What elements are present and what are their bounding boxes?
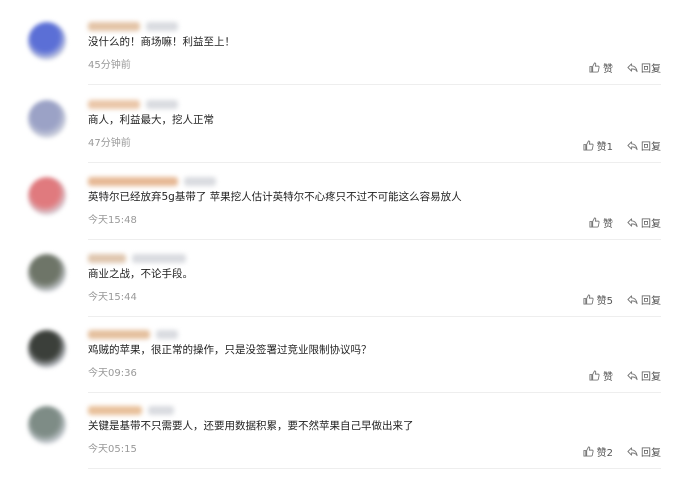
like-button[interactable]: 赞2 xyxy=(583,444,613,459)
avatar[interactable] xyxy=(28,254,66,292)
divider xyxy=(88,162,661,163)
comment-actions: 赞 回复 xyxy=(589,368,661,383)
reply-button[interactable]: 回复 xyxy=(627,215,661,230)
comment-item: 商人，利益最大，挖人正常 47分钟前 赞1 回复 xyxy=(0,98,685,174)
like-label: 赞 xyxy=(603,219,613,230)
comment-item: 关键是基带不只需要人，还要用数据积累，要不然苹果自己早做出来了 今天05:15 … xyxy=(0,404,685,480)
like-button[interactable]: 赞1 xyxy=(583,138,613,153)
reply-label: 回复 xyxy=(641,142,661,153)
reply-label: 回复 xyxy=(641,64,661,75)
comment-item: 商业之战，不论手段。 今天15:44 赞5 回复 xyxy=(0,252,685,328)
comment-text: 没什么的！商场嘛！利益至上！ xyxy=(88,36,235,48)
avatar[interactable] xyxy=(28,177,66,215)
like-label: 赞 xyxy=(603,64,613,75)
thumbs-up-icon xyxy=(589,62,600,73)
thumbs-up-icon xyxy=(583,446,594,457)
comment-text: 鸡贼的苹果，很正常的操作，只是没签署过竞业限制协议吗？ xyxy=(88,344,372,356)
username[interactable] xyxy=(88,20,178,32)
comment-text: 商人，利益最大，挖人正常 xyxy=(88,114,214,126)
comment-item: 英特尔已经放弃5g基带了 苹果挖人估计英特尔不心疼只不过不可能这么容易放人 今天… xyxy=(0,175,685,251)
reply-label: 回复 xyxy=(641,372,661,383)
comment-time: 47分钟前 xyxy=(88,138,131,149)
comment-text: 商业之战，不论手段。 xyxy=(88,268,193,280)
like-button[interactable]: 赞 xyxy=(589,60,613,75)
username[interactable] xyxy=(88,328,178,340)
like-label: 赞5 xyxy=(596,296,613,307)
comment-list: 没什么的！商场嘛！利益至上！ 45分钟前 赞 回复 商人，利益最大，挖人正常 4… xyxy=(0,0,685,478)
like-button[interactable]: 赞 xyxy=(589,368,613,383)
username[interactable] xyxy=(88,175,216,187)
reply-icon xyxy=(627,62,638,73)
reply-label: 回复 xyxy=(641,296,661,307)
reply-icon xyxy=(627,370,638,381)
reply-icon xyxy=(627,446,638,457)
reply-button[interactable]: 回复 xyxy=(627,292,661,307)
username[interactable] xyxy=(88,404,174,416)
comment-actions: 赞 回复 xyxy=(589,215,661,230)
comment-item: 没什么的！商场嘛！利益至上！ 45分钟前 赞 回复 xyxy=(0,20,685,96)
reply-button[interactable]: 回复 xyxy=(627,60,661,75)
reply-button[interactable]: 回复 xyxy=(627,368,661,383)
divider xyxy=(88,239,661,240)
reply-label: 回复 xyxy=(641,448,661,459)
avatar[interactable] xyxy=(28,406,66,444)
comment-time: 今天15:48 xyxy=(88,215,137,226)
reply-icon xyxy=(627,294,638,305)
comment-time: 今天09:36 xyxy=(88,368,137,379)
comment-text: 关键是基带不只需要人，还要用数据积累，要不然苹果自己早做出来了 xyxy=(88,420,414,432)
comment-actions: 赞 回复 xyxy=(589,60,661,75)
thumbs-up-icon xyxy=(583,140,594,151)
avatar[interactable] xyxy=(28,330,66,368)
comment-actions: 赞5 回复 xyxy=(583,292,661,307)
like-label: 赞2 xyxy=(596,448,613,459)
username[interactable] xyxy=(88,98,178,110)
comment-time: 今天05:15 xyxy=(88,444,137,455)
like-button[interactable]: 赞5 xyxy=(583,292,613,307)
divider xyxy=(88,392,661,393)
reply-icon xyxy=(627,140,638,151)
reply-button[interactable]: 回复 xyxy=(627,444,661,459)
like-button[interactable]: 赞 xyxy=(589,215,613,230)
thumbs-up-icon xyxy=(589,370,600,381)
avatar[interactable] xyxy=(28,100,66,138)
avatar[interactable] xyxy=(28,22,66,60)
reply-label: 回复 xyxy=(641,219,661,230)
divider xyxy=(88,84,661,85)
divider xyxy=(88,316,661,317)
divider xyxy=(88,468,661,469)
like-label: 赞 xyxy=(603,372,613,383)
username[interactable] xyxy=(88,252,186,264)
reply-icon xyxy=(627,217,638,228)
comment-time: 今天15:44 xyxy=(88,292,137,303)
comment-actions: 赞2 回复 xyxy=(583,444,661,459)
thumbs-up-icon xyxy=(589,217,600,228)
comment-text: 英特尔已经放弃5g基带了 苹果挖人估计英特尔不心疼只不过不可能这么容易放人 xyxy=(88,191,462,203)
comment-time: 45分钟前 xyxy=(88,60,131,71)
reply-button[interactable]: 回复 xyxy=(627,138,661,153)
comment-actions: 赞1 回复 xyxy=(583,138,661,153)
like-label: 赞1 xyxy=(596,142,613,153)
comment-item: 鸡贼的苹果，很正常的操作，只是没签署过竞业限制协议吗？ 今天09:36 赞 回复 xyxy=(0,328,685,404)
thumbs-up-icon xyxy=(583,294,594,305)
